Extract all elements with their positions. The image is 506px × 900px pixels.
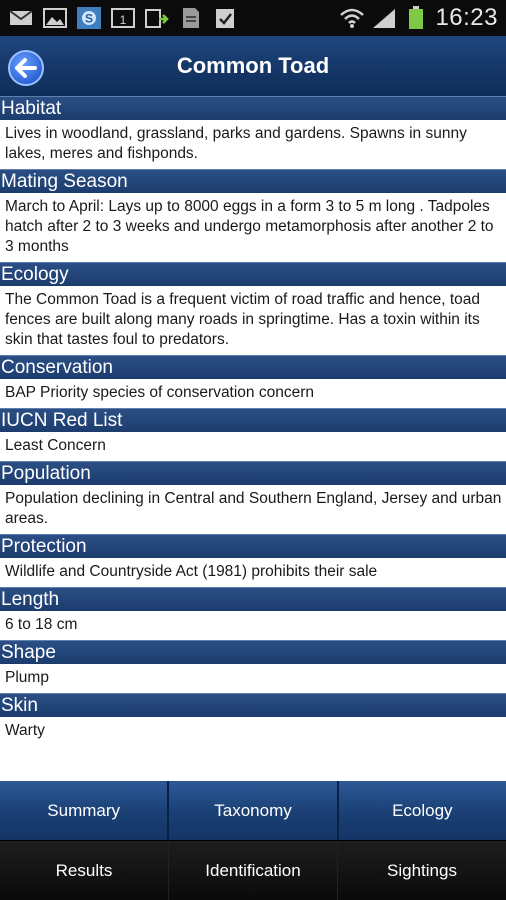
- section-heading: Conservation: [0, 355, 506, 379]
- section-population: Population Population declining in Centr…: [0, 461, 506, 534]
- tab-summary[interactable]: Summary: [0, 781, 170, 840]
- section-tabs: Summary Taxonomy Ecology: [0, 781, 506, 840]
- section-text: March to April: Lays up to 8000 eggs in …: [0, 193, 506, 262]
- svg-text:S: S: [85, 12, 93, 26]
- section-heading: Skin: [0, 693, 506, 717]
- clock-time: 16:23: [435, 4, 498, 31]
- section-text: Wildlife and Countryside Act (1981) proh…: [0, 558, 506, 587]
- back-button[interactable]: [8, 50, 44, 86]
- tab-taxonomy[interactable]: Taxonomy: [169, 781, 339, 840]
- battery-icon: [403, 6, 429, 29]
- download-icon: [144, 7, 170, 29]
- skype-icon: S: [76, 7, 102, 29]
- section-protection: Protection Wildlife and Countryside Act …: [0, 534, 506, 587]
- section-text: Plump: [0, 664, 506, 693]
- status-bar: S 1 16:23: [0, 0, 506, 36]
- section-text: Lives in woodland, grassland, parks and …: [0, 120, 506, 169]
- nav-results[interactable]: Results: [0, 841, 169, 900]
- section-habitat: Habitat Lives in woodland, grassland, pa…: [0, 96, 506, 169]
- tab-ecology[interactable]: Ecology: [338, 781, 506, 840]
- svg-text:1: 1: [120, 13, 127, 27]
- mail-icon: [8, 7, 34, 29]
- file-icon: [178, 7, 204, 29]
- section-heading: Habitat: [0, 96, 506, 120]
- section-heading: Protection: [0, 534, 506, 558]
- section-skin: Skin Warty: [0, 693, 506, 746]
- image-icon: [42, 7, 68, 29]
- nav-sightings[interactable]: Sightings: [338, 841, 506, 900]
- wifi-icon: [339, 7, 365, 29]
- clipboard-check-icon: [212, 7, 238, 29]
- section-text: BAP Priority species of conservation con…: [0, 379, 506, 408]
- title-bar: Common Toad: [0, 36, 506, 96]
- section-iucn-red-list: IUCN Red List Least Concern: [0, 408, 506, 461]
- section-ecology: Ecology The Common Toad is a frequent vi…: [0, 262, 506, 355]
- section-text: The Common Toad is a frequent victim of …: [0, 286, 506, 355]
- section-mating-season: Mating Season March to April: Lays up to…: [0, 169, 506, 262]
- species-details[interactable]: Habitat Lives in woodland, grassland, pa…: [0, 96, 506, 781]
- section-text: Least Concern: [0, 432, 506, 461]
- nav-identification[interactable]: Identification: [169, 841, 338, 900]
- section-heading: Length: [0, 587, 506, 611]
- section-text: Warty: [0, 717, 506, 746]
- section-heading: Ecology: [0, 262, 506, 286]
- page-title: Common Toad: [176, 53, 330, 78]
- section-heading: Population: [0, 461, 506, 485]
- section-text: 6 to 18 cm: [0, 611, 506, 640]
- section-conservation: Conservation BAP Priority species of con…: [0, 355, 506, 408]
- main-navigation: Results Identification Sightings: [0, 841, 506, 900]
- section-length: Length 6 to 18 cm: [0, 587, 506, 640]
- back-arrow-icon: [15, 58, 37, 78]
- system-icons: 16:23: [339, 4, 498, 32]
- section-heading: Mating Season: [0, 169, 506, 193]
- section-heading: Shape: [0, 640, 506, 664]
- signal-icon: [371, 7, 397, 29]
- section-shape: Shape Plump: [0, 640, 506, 693]
- section-text: Population declining in Central and Sout…: [0, 485, 506, 534]
- notification-icons: S 1: [8, 7, 238, 29]
- section-heading: IUCN Red List: [0, 408, 506, 432]
- calendar-icon: 1: [110, 7, 136, 29]
